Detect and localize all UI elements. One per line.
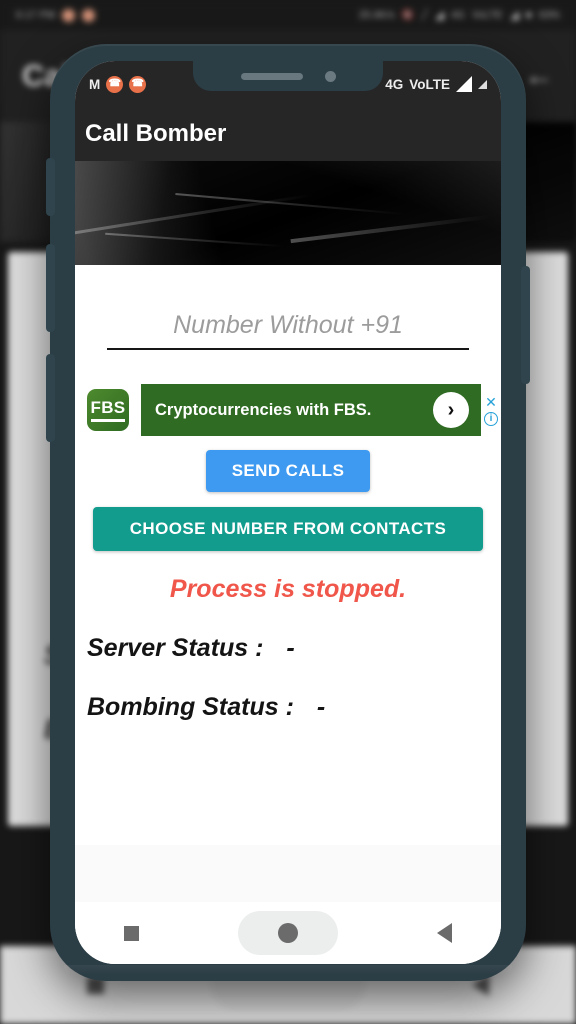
hero-banner-image: [75, 161, 501, 265]
fbs-logo-icon: FBS: [87, 389, 129, 431]
server-status-row: Server Status : -: [75, 634, 501, 663]
ad-info-icon[interactable]: i: [484, 411, 498, 426]
bombing-status-label: Bombing Status :: [87, 693, 294, 721]
server-status-value: -: [286, 634, 295, 662]
power-button[interactable]: [521, 266, 530, 384]
app-bar: Call Bomber: [75, 107, 501, 161]
square-recents-icon[interactable]: [124, 925, 140, 941]
send-calls-row: SEND CALLS: [75, 450, 501, 492]
android-nav-bar: [75, 902, 501, 964]
phone-number-input[interactable]: [107, 311, 469, 350]
choose-contacts-row: CHOOSE NUMBER FROM CONTACTS: [75, 507, 501, 551]
signal-icon: [456, 76, 472, 92]
choose-number-from-contacts-button[interactable]: CHOOSE NUMBER FROM CONTACTS: [93, 507, 483, 551]
ad-controls: ✕ i: [481, 384, 501, 436]
volte-label: VoLTE: [409, 76, 450, 92]
signal-icon: [478, 79, 487, 89]
ad-logo-container: FBS: [75, 384, 141, 436]
process-status-text: Process is stopped.: [169, 575, 407, 603]
ad-banner[interactable]: FBS Cryptocurrencies with FBS. › ✕ i: [75, 384, 501, 436]
front-camera-icon: [324, 70, 336, 82]
content-bottom-filler: [75, 845, 501, 902]
phone-screen: M ☎ ☎ 4G VoLTE Call Bomber Number Withou…: [75, 61, 501, 964]
phone-side-button[interactable]: [46, 158, 55, 216]
triangle-back-icon[interactable]: [436, 923, 452, 943]
app-title: Call Bomber: [85, 120, 227, 147]
chevron-right-icon[interactable]: ›: [433, 392, 469, 428]
server-status-label: Server Status :: [87, 634, 264, 662]
banner-shape: [75, 193, 314, 236]
bombing-status-value: -: [316, 693, 326, 721]
network-type-label: 4G: [385, 76, 404, 92]
phone-notch: [193, 61, 383, 91]
call-blocked-icon: ☎: [129, 75, 147, 93]
phone-mockup-frame: M ☎ ☎ 4G VoLTE Call Bomber Number Withou…: [46, 44, 530, 981]
send-calls-button[interactable]: SEND CALLS: [205, 450, 371, 492]
missed-call-icon: ☎: [106, 75, 124, 93]
ad-headline: Cryptocurrencies with FBS.: [155, 400, 372, 419]
number-input-wrapper: [75, 265, 501, 350]
home-pill-indicator[interactable]: [237, 911, 338, 955]
banner-shape: [105, 232, 285, 248]
close-icon[interactable]: ✕: [485, 395, 497, 409]
banner-shape: [290, 214, 490, 244]
bombing-status-row: Bombing Status : -: [75, 693, 501, 722]
ad-logo-text: FBS: [90, 398, 126, 422]
app-content-body: FBS Cryptocurrencies with FBS. › ✕ i SEN…: [75, 265, 501, 845]
carrier-label: M: [89, 76, 101, 92]
ad-body[interactable]: Cryptocurrencies with FBS. ›: [141, 384, 481, 436]
speaker-grille-icon: [240, 72, 303, 80]
volume-down-button[interactable]: [46, 354, 55, 442]
circle-home-icon[interactable]: [277, 923, 298, 943]
volume-up-button[interactable]: [46, 244, 55, 332]
